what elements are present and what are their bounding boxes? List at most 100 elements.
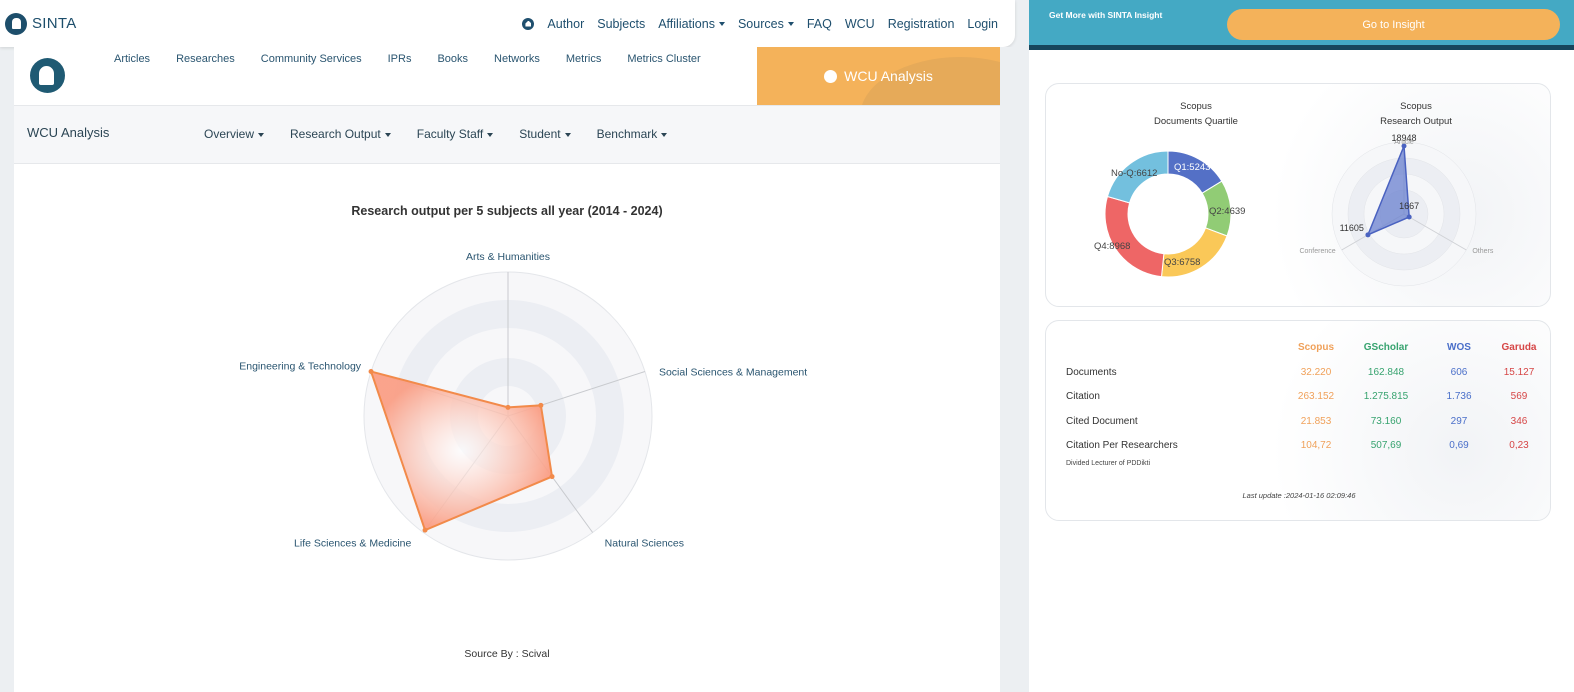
chevron-down-icon <box>384 132 391 137</box>
home-icon[interactable] <box>522 17 535 30</box>
row-label: Documents <box>1066 367 1117 378</box>
value-scopus: 32.220 <box>1300 367 1332 378</box>
research-output-title: Scopus Research Output <box>1326 99 1506 129</box>
nav-registration[interactable]: Registration <box>888 17 955 31</box>
radar-category-label: Life Sciences & Medicine <box>294 537 411 549</box>
sinta-logo-icon <box>5 12 27 35</box>
subnav-books[interactable]: Books <box>437 53 468 65</box>
quartile-title-line2: Documents Quartile <box>1154 116 1238 127</box>
brand[interactable]: SINTA <box>0 12 77 35</box>
radar-point[interactable] <box>368 369 374 375</box>
subnav-community-services[interactable]: Community Services <box>261 53 362 65</box>
stats-header-row: Scopus GScholar WOS Garuda <box>1066 342 1537 360</box>
menu-student-label: Student <box>519 127 561 141</box>
quartile-title: Scopus Documents Quartile <box>1106 99 1286 129</box>
nav-sources-label: Sources <box>737 16 784 31</box>
subnav-links: Articles Researches Community Services I… <box>114 53 701 65</box>
value-garuda: 346 <box>1510 416 1528 427</box>
radar-point[interactable] <box>422 527 428 533</box>
nav-sources[interactable]: Sources <box>738 17 794 31</box>
donut-label: Q3:6758 <box>1164 257 1200 268</box>
chevron-down-icon <box>258 132 265 137</box>
chevron-down-icon <box>564 132 571 137</box>
wcu-analysis-button[interactable]: WCU Analysis <box>757 47 1000 105</box>
radar-value-label: 1667 <box>1399 201 1419 211</box>
brand-name: SINTA <box>32 15 77 32</box>
menu-research-output[interactable]: Research Output <box>290 127 391 141</box>
nav-faq[interactable]: FAQ <box>807 17 832 31</box>
value-scopus: 21.853 <box>1300 416 1332 427</box>
stats-row-citation-per-researchers: Citation Per Researchers 104,72 507,69 0… <box>1066 440 1536 458</box>
institution-logo-icon <box>30 58 65 93</box>
radar-category-label: Conference <box>1299 248 1335 255</box>
go-to-insight-button[interactable]: Go to Insight <box>1227 9 1560 40</box>
row-label: Citation <box>1066 391 1100 402</box>
radar-category-label: Arts & Humanities <box>466 251 550 263</box>
donut-slice[interactable] <box>1160 227 1228 278</box>
wcu-analysis-button-label: WCU Analysis <box>844 68 933 84</box>
chevron-down-icon <box>661 132 668 137</box>
radar-category-label: Article <box>1394 139 1414 146</box>
stats-note: Divided Lecturer of PDDikti <box>1066 460 1151 467</box>
menu-student[interactable]: Student <box>519 127 571 141</box>
wcu-menu: Overview Research Output Faculty Staff S… <box>204 127 668 141</box>
radar-chart-title: Research output per 5 subjects all year … <box>351 204 663 218</box>
header-garuda: Garuda <box>1501 342 1537 353</box>
value-garuda: 15.127 <box>1503 367 1535 378</box>
scopus-charts-card: Scopus Documents Quartile Q1:5243 Q2:4639… <box>1045 83 1551 307</box>
nav-wcu[interactable]: WCU <box>845 17 875 31</box>
radar-point[interactable] <box>549 474 555 480</box>
wcu-toolbar: WCU Analysis Overview Research Output Fa… <box>14 105 1000 164</box>
subnav-networks[interactable]: Networks <box>494 53 540 65</box>
quartile-title-line1: Scopus <box>1180 101 1212 112</box>
menu-faculty-staff-label: Faculty Staff <box>416 127 484 141</box>
quartile-donut-chart: Q1:5243 Q2:4639 Q3:6758 Q4:8968 No-Q:6612 <box>1094 150 1245 278</box>
radar-point[interactable] <box>538 402 544 408</box>
subnav-metrics-cluster[interactable]: Metrics Cluster <box>627 53 700 65</box>
subnav-metrics[interactable]: Metrics <box>566 53 601 65</box>
nav-links: Author Subjects Affiliations Sources FAQ… <box>522 0 998 47</box>
donut-slice[interactable] <box>1104 195 1165 278</box>
right-panel: Get More with SINTA Insight Go to Insigh… <box>1029 0 1574 692</box>
header-gscholar: GScholar <box>1363 342 1409 353</box>
globe-icon <box>824 69 838 83</box>
stats-row-citation: Citation 263.152 1.275.815 1.736 569 <box>1066 391 1536 409</box>
nav-login[interactable]: Login <box>967 17 998 31</box>
value-gscholar: 73.160 <box>1370 416 1402 427</box>
page-gutter <box>1000 47 1029 692</box>
nav-author[interactable]: Author <box>547 17 584 31</box>
radar-point[interactable] <box>505 404 511 410</box>
chevron-down-icon <box>787 22 794 27</box>
menu-overview-label: Overview <box>204 127 255 141</box>
nav-affiliations[interactable]: Affiliations <box>658 17 725 31</box>
radar-point[interactable] <box>1406 214 1412 220</box>
subnav-researches[interactable]: Researches <box>176 53 235 65</box>
menu-faculty-staff[interactable]: Faculty Staff <box>416 127 494 141</box>
radar-category-label: Natural Sciences <box>605 537 684 549</box>
research-output-title-line2: Research Output <box>1380 116 1452 127</box>
last-update: Last update :2024-01-16 02:09:46 <box>1242 491 1356 500</box>
subnav-iprs[interactable]: IPRs <box>388 53 412 65</box>
value-garuda: 569 <box>1510 391 1528 402</box>
subnav-articles[interactable]: Articles <box>114 53 150 65</box>
menu-overview[interactable]: Overview <box>204 127 265 141</box>
radar-category-label: Engineering & Technology <box>239 361 362 373</box>
menu-benchmark[interactable]: Benchmark <box>597 127 668 141</box>
nav-subjects[interactable]: Subjects <box>597 17 645 31</box>
subject-radar-chart: Arts & Humanities Social Sciences & Manag… <box>239 251 807 561</box>
row-label: Citation Per Researchers <box>1066 440 1178 451</box>
research-output-radar-chart: 18948166711605ArticleOthersConference <box>1299 133 1494 287</box>
radar-category-label: Others <box>1472 248 1494 255</box>
stats-row-documents: Documents 32.220 162.848 606 15.127 <box>1066 367 1536 385</box>
chevron-down-icon <box>718 22 725 27</box>
chart-source: Source By : Scival <box>464 648 550 660</box>
donut-label: No-Q:6612 <box>1111 168 1157 179</box>
menu-research-output-label: Research Output <box>290 127 381 141</box>
value-gscholar: 507,69 <box>1370 440 1402 451</box>
stats-card: Scopus GScholar WOS Garuda Documents 32.… <box>1045 320 1551 521</box>
value-garuda: 0,23 <box>1509 440 1529 451</box>
menu-benchmark-label: Benchmark <box>596 127 658 141</box>
radar-point[interactable] <box>1365 232 1371 238</box>
row-label: Cited Document <box>1066 416 1138 427</box>
stats-row-cited-document: Cited Document 21.853 73.160 297 346 <box>1066 416 1536 434</box>
